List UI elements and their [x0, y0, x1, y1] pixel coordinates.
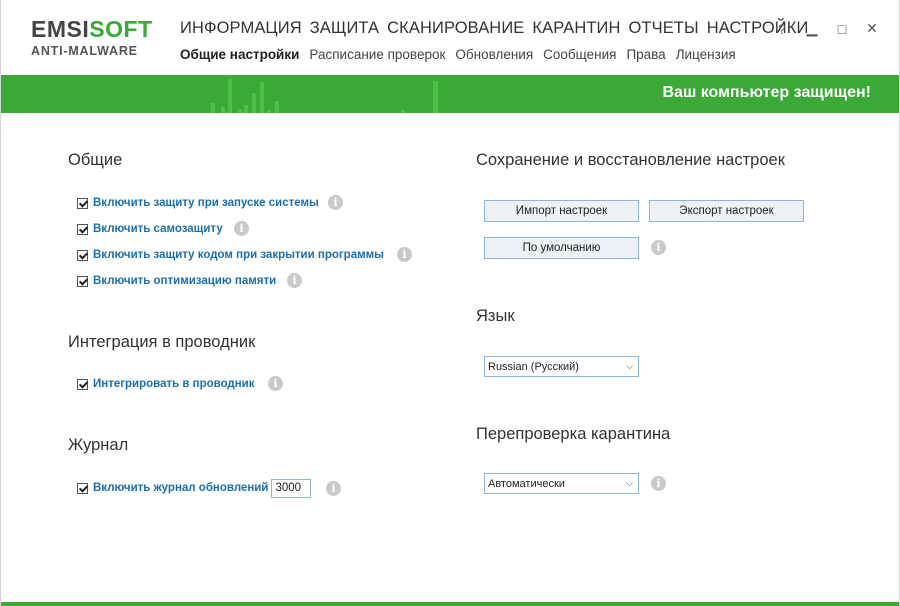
activity-bar — [260, 82, 264, 113]
protection-status-bar: Ваш компьютер защищен! — [1, 75, 899, 113]
activity-bar — [252, 93, 256, 113]
general-section-title: Общие — [68, 151, 123, 169]
tab-scan-schedule[interactable]: Расписание проверок — [309, 47, 445, 62]
restore-defaults-button[interactable]: По умолчанию — [484, 237, 639, 259]
app-window: EMSISOFT ANTI-MALWARE ИНФОРМАЦИЯ ЗАЩИТА … — [0, 0, 900, 606]
close-icon[interactable]: ✕ — [865, 20, 879, 37]
activity-bar — [275, 101, 279, 113]
tab-permissions[interactable]: Права — [626, 47, 665, 62]
logo-product: ANTI-MALWARE — [31, 44, 138, 58]
info-icon[interactable]: i — [268, 376, 283, 391]
quarantine-select-value: Автоматически — [488, 477, 565, 490]
backup-section-title: Сохранение и восстановление настроек — [476, 151, 785, 169]
info-icon[interactable]: i — [287, 273, 302, 288]
nav-info[interactable]: ИНФОРМАЦИЯ — [180, 19, 302, 38]
self-protection-label[interactable]: Включить самозащиту — [93, 223, 223, 235]
self-protection-checkbox[interactable] — [77, 223, 88, 235]
logo-brand-a: EMSI — [31, 16, 90, 42]
language-select[interactable]: Russian (Русский) ⌵ — [484, 356, 639, 377]
activity-bar — [244, 105, 248, 113]
export-settings-button[interactable]: Экспорт настроек — [649, 200, 804, 222]
info-icon[interactable]: i — [326, 481, 341, 496]
code-protection-label[interactable]: Включить защиту кодом при закрытии прогр… — [93, 249, 384, 261]
info-icon[interactable]: i — [328, 195, 343, 210]
activity-bar — [238, 109, 242, 113]
update-journal-label[interactable]: Включить журнал обновлений — [93, 482, 268, 494]
journal-size-input[interactable] — [271, 478, 312, 498]
activity-bar — [228, 79, 232, 113]
code-protection-checkbox[interactable] — [77, 249, 88, 261]
activity-bar — [221, 107, 225, 113]
option-self-protection[interactable]: Включить самозащиту — [77, 220, 223, 238]
tab-updates[interactable]: Обновления — [455, 47, 533, 62]
logo-brand-b: SOFT — [89, 16, 153, 42]
option-explorer-integration[interactable]: Интегрировать в проводник — [77, 375, 255, 393]
minimize-icon[interactable]: ▁ — [805, 20, 819, 37]
explorer-integration-checkbox[interactable] — [77, 378, 88, 390]
option-code-protection[interactable]: Включить защиту кодом при закрытии прогр… — [77, 246, 384, 264]
nav-reports[interactable]: ОТЧЕТЫ — [628, 19, 698, 38]
tab-general-settings[interactable]: Общие настройки — [180, 47, 299, 62]
window-controls: ? ▁ □ ✕ — [775, 20, 879, 37]
option-update-journal[interactable]: Включить журнал обновлений — [77, 478, 312, 498]
option-memory-optimization[interactable]: Включить оптимизацию памяти — [77, 272, 276, 290]
sub-nav: Общие настройки Расписание проверок Обно… — [180, 47, 736, 62]
quarantine-rescan-select[interactable]: Автоматически ⌵ — [484, 473, 639, 494]
nav-scan[interactable]: СКАНИРОВАНИЕ — [387, 19, 524, 38]
language-select-value: Russian (Русский) — [488, 360, 579, 373]
emsisoft-logo: EMSISOFT ANTI-MALWARE — [31, 18, 153, 58]
memory-optimization-checkbox[interactable] — [77, 275, 88, 287]
info-icon[interactable]: i — [234, 221, 249, 236]
chevron-down-icon: ⌵ — [626, 478, 633, 488]
main-nav: ИНФОРМАЦИЯ ЗАЩИТА СКАНИРОВАНИЕ КАРАНТИН … — [180, 19, 808, 38]
explorer-integration-label[interactable]: Интегрировать в проводник — [93, 378, 255, 390]
help-icon[interactable]: ? — [775, 21, 789, 37]
info-icon[interactable]: i — [651, 240, 666, 255]
activity-bar — [211, 103, 215, 113]
import-settings-button[interactable]: Импорт настроек — [484, 200, 639, 222]
protection-status-text: Ваш компьютер защищен! — [662, 84, 871, 101]
nav-protection[interactable]: ЗАЩИТА — [310, 19, 379, 38]
tab-notifications[interactable]: Сообщения — [543, 47, 616, 62]
activity-bar — [401, 110, 405, 113]
option-startup-protection[interactable]: Включить защиту при запуске системы — [77, 194, 319, 212]
info-icon[interactable]: i — [651, 476, 666, 491]
language-section-title: Язык — [476, 307, 515, 325]
quarantine-section-title: Перепроверка карантина — [476, 425, 671, 443]
update-journal-checkbox[interactable] — [77, 482, 88, 494]
chevron-down-icon: ⌵ — [626, 361, 633, 371]
bottom-accent-bar — [1, 602, 899, 606]
journal-section-title: Журнал — [68, 436, 129, 454]
memory-optimization-label[interactable]: Включить оптимизацию памяти — [93, 275, 276, 287]
info-icon[interactable]: i — [397, 247, 412, 262]
startup-protection-label[interactable]: Включить защиту при запуске системы — [93, 197, 319, 209]
maximize-icon[interactable]: □ — [835, 21, 849, 37]
explorer-section-title: Интеграция в проводник — [68, 333, 256, 351]
activity-bar — [267, 110, 271, 113]
tab-license[interactable]: Лицензия — [676, 47, 736, 62]
startup-protection-checkbox[interactable] — [77, 197, 88, 209]
nav-quarantine[interactable]: КАРАНТИН — [532, 19, 620, 38]
activity-bar — [433, 81, 438, 113]
